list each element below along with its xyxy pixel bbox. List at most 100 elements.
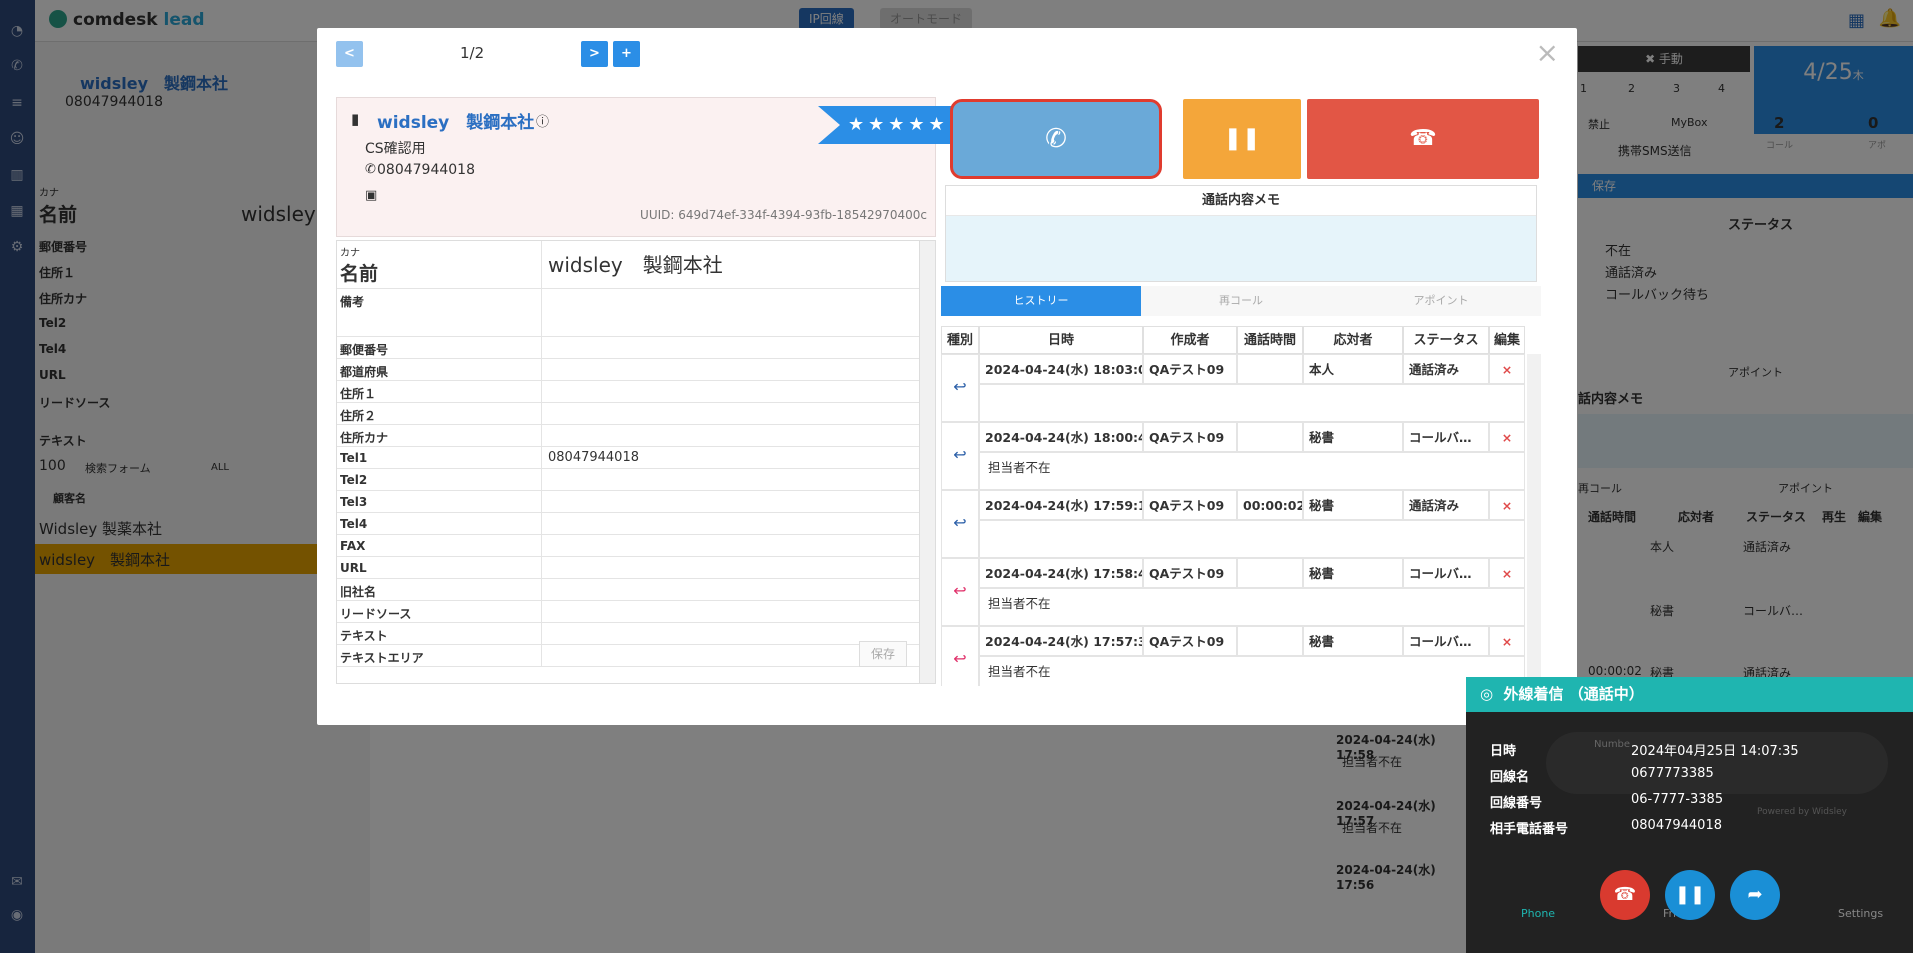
map-icon[interactable]: ▣ bbox=[365, 188, 377, 203]
history-cell-date: 2024-04-24(水) 18:03:01 bbox=[979, 354, 1143, 384]
incoming-call-icon: ↩ bbox=[941, 354, 979, 422]
form-row-input[interactable] bbox=[541, 535, 919, 556]
next-button[interactable]: > bbox=[581, 41, 608, 67]
softphone-tab-phone[interactable]: Phone bbox=[1521, 907, 1555, 920]
history-cell-date: 2024-04-24(水) 17:58:46 bbox=[979, 558, 1143, 588]
form-row: リードソース bbox=[337, 601, 919, 623]
hold-button[interactable]: ❚❚ bbox=[1183, 99, 1301, 179]
form-row-label: Tel4 bbox=[340, 517, 368, 531]
number-label: Numbe bbox=[1594, 739, 1631, 750]
history-row: ↩ 2024-04-24(水) 17:57:33 QAテスト09 秘書 コールバ… × 担当… bbox=[941, 626, 1525, 686]
form-row-label: リードソース bbox=[340, 607, 412, 621]
hangup-icon: ☎ bbox=[1613, 884, 1637, 905]
pause-icon: ❚❚ bbox=[1674, 884, 1706, 905]
phone-icon: ✆ bbox=[1045, 124, 1067, 154]
softphone-tab-settings[interactable]: Settings bbox=[1838, 907, 1883, 920]
form-row: テキストエリア bbox=[337, 645, 919, 667]
form-remarks-textarea[interactable] bbox=[541, 289, 919, 336]
form-row: Tel2 bbox=[337, 469, 919, 491]
rating-stars[interactable]: ★★★★★ bbox=[818, 106, 957, 144]
history-tabs: ヒストリー 再コール アポイント bbox=[941, 286, 1541, 316]
history-cell-responder: 秘書 bbox=[1303, 558, 1403, 588]
form-row-input[interactable] bbox=[541, 469, 919, 490]
history-note[interactable] bbox=[979, 384, 1525, 422]
call-memo-textarea[interactable] bbox=[946, 216, 1536, 281]
uuid-label: UUID: 649d74ef-334f-4394-93fb-1854297040… bbox=[640, 208, 927, 222]
card-note: CS確認用 bbox=[365, 141, 426, 157]
tab-appointment[interactable]: アポイント bbox=[1341, 286, 1541, 316]
notif-hold-button[interactable]: ❚❚ bbox=[1665, 870, 1715, 920]
form-row-label: 都道府県 bbox=[340, 365, 389, 379]
form-row-input[interactable] bbox=[541, 337, 919, 358]
delete-icon[interactable]: × bbox=[1489, 490, 1525, 520]
call-info-value: 0677773385 bbox=[1631, 766, 1714, 781]
form-row-label: Tel3 bbox=[340, 495, 368, 509]
form-row-input[interactable]: 08047944018 bbox=[541, 447, 919, 468]
powered-label: Powered by Widsley bbox=[1757, 807, 1847, 817]
history-row: ↩ 2024-04-24(水) 17:59:12 QAテスト09 00:00:02 秘書… bbox=[941, 490, 1525, 558]
notif-transfer-button[interactable]: ➦ bbox=[1730, 870, 1780, 920]
tab-recall[interactable]: 再コール bbox=[1141, 286, 1341, 316]
form-row-input[interactable] bbox=[541, 359, 919, 380]
history-cell-duration bbox=[1237, 422, 1303, 452]
history-note[interactable]: 担当者不在 bbox=[979, 656, 1525, 686]
prev-button[interactable]: < bbox=[336, 41, 363, 67]
history-row: ↩ 2024-04-24(水) 18:03:01 QAテスト09 本人 通話済み × bbox=[941, 354, 1525, 422]
delete-icon[interactable]: × bbox=[1489, 558, 1525, 588]
form-row: 住所２ bbox=[337, 403, 919, 425]
form-row-input[interactable] bbox=[541, 557, 919, 578]
pause-icon: ❚❚ bbox=[1223, 126, 1261, 151]
form-row-input[interactable] bbox=[541, 513, 919, 534]
call-info-value: 06-7777-3385 bbox=[1631, 792, 1724, 807]
close-button[interactable]: × bbox=[1536, 36, 1559, 69]
notif-hangup-button[interactable]: ☎ bbox=[1600, 870, 1650, 920]
history-note[interactable]: 担当者不在 bbox=[979, 452, 1525, 490]
delete-icon[interactable]: × bbox=[1489, 626, 1525, 656]
customer-modal: < 1/2 > + × ▮ widsley 製鋼本社 ⓘ CS確認用 ✆ 080… bbox=[317, 28, 1577, 725]
form-scrollbar[interactable] bbox=[919, 241, 935, 683]
history-cell-duration: 00:00:02 bbox=[1237, 490, 1303, 520]
form-row-input[interactable] bbox=[541, 601, 919, 622]
hangup-button[interactable]: ☎ bbox=[1307, 99, 1539, 179]
form-row-label: 住所カナ bbox=[340, 431, 389, 445]
card-customer-name[interactable]: widsley 製鋼本社 bbox=[377, 108, 534, 133]
incoming-call-icon: ↩ bbox=[941, 490, 979, 558]
form-row-label: Tel1 bbox=[340, 451, 368, 465]
delete-icon[interactable]: × bbox=[1489, 354, 1525, 384]
form-name-value[interactable]: widsley 製鋼本社 bbox=[541, 241, 919, 288]
form-row-input[interactable] bbox=[541, 579, 919, 600]
history-note[interactable] bbox=[979, 520, 1525, 558]
tab-history[interactable]: ヒストリー bbox=[941, 286, 1141, 316]
add-button[interactable]: + bbox=[613, 41, 640, 67]
form-row-input[interactable] bbox=[541, 403, 919, 424]
call-memo: 通話内容メモ bbox=[945, 185, 1537, 282]
outgoing-call-icon: ↩ bbox=[941, 626, 979, 686]
form-row-input[interactable] bbox=[541, 491, 919, 512]
history-note[interactable]: 担当者不在 bbox=[979, 588, 1525, 626]
form-name-label: 名前 bbox=[340, 263, 379, 285]
card-phone[interactable]: 08047944018 bbox=[377, 162, 475, 178]
form-row-label: テキスト bbox=[340, 629, 388, 643]
form-remarks-label: 備考 bbox=[340, 295, 365, 309]
incoming-call-title: 外線着信 （通話中） bbox=[1503, 685, 1644, 703]
history-cell-date: 2024-04-24(水) 18:00:44 bbox=[979, 422, 1143, 452]
form-row-label: テキストエリア bbox=[340, 651, 424, 665]
form-row-input[interactable] bbox=[541, 381, 919, 402]
target-icon: ◎ bbox=[1480, 685, 1494, 703]
customer-card: ▮ widsley 製鋼本社 ⓘ CS確認用 ✆ 08047944018 ▣ ★… bbox=[336, 97, 957, 237]
form-row: 旧社名 bbox=[337, 579, 919, 601]
history-cell-status: 通話済み bbox=[1403, 490, 1489, 520]
building-icon: ▮ bbox=[351, 110, 360, 128]
history-cell-date: 2024-04-24(水) 17:57:33 bbox=[979, 626, 1143, 656]
form-row-input[interactable] bbox=[541, 425, 919, 446]
delete-icon[interactable]: × bbox=[1489, 422, 1525, 452]
call-memo-title: 通話内容メモ bbox=[946, 186, 1536, 216]
history-cell-responder: 本人 bbox=[1303, 354, 1403, 384]
history-scrollbar[interactable] bbox=[1527, 354, 1541, 686]
form-save-button[interactable]: 保存 bbox=[859, 641, 907, 667]
form-row: Tel1 08047944018 bbox=[337, 447, 919, 469]
info-icon[interactable]: ⓘ bbox=[536, 111, 549, 130]
history-header: 日時 bbox=[979, 326, 1143, 354]
call-info-label: 日時 bbox=[1490, 744, 1517, 759]
call-button[interactable]: ✆ bbox=[950, 99, 1162, 179]
